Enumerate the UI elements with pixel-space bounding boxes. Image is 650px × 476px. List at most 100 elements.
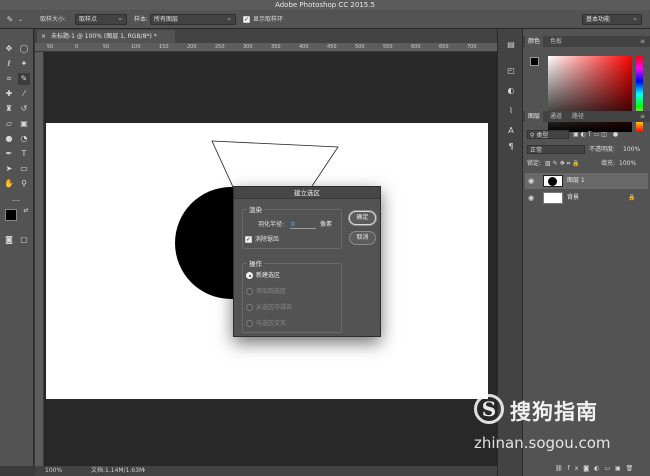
layer-thumbnail-circle	[548, 177, 557, 186]
path-selection-tool-icon[interactable]: ➤	[3, 163, 15, 175]
antialias-checkbox[interactable]: ✓	[245, 236, 252, 243]
cancel-button[interactable]: 取消	[349, 231, 376, 245]
watermark-url: zhinan.sogou.com	[474, 434, 611, 452]
lasso-tool-icon[interactable]: ℓ	[3, 58, 15, 70]
ruler-tick: 50	[103, 44, 110, 50]
pen-tool-icon[interactable]: ✒	[3, 148, 15, 160]
layer-row-layer1[interactable]: ◉ 图层 1	[525, 173, 648, 189]
layer-filter-value: 类型	[536, 132, 549, 139]
subtract-from-selection-radio[interactable]	[246, 304, 253, 311]
horizontal-ruler: 50 0 50 100 150 200 250 300 350 400 450 …	[35, 43, 497, 52]
make-selection-dialog: 建立选区 渲染 羽化半径: 0 像素 ✓ 消除锯齿 操作 新建选区 添加到选区 …	[233, 186, 381, 337]
operation-group-label: 操作	[247, 258, 264, 268]
tab-layers[interactable]: 图层	[525, 111, 544, 122]
opacity-value[interactable]: 100%	[623, 145, 640, 154]
status-bar: 100% 文档:1.14M/1.63M ›	[35, 466, 497, 476]
close-tab-icon[interactable]: ×	[41, 30, 46, 43]
tools-panel: ✥ ◯ ℓ ✦ ⌗ ✎ ✚ ⁄ ♜ ↺ ▱ ▣ ● ◔ ✒ T ➤ ▭ ✋ ⚲ …	[0, 29, 34, 466]
layer-filter-icons[interactable]: ▣◐T▭◫ ●	[573, 130, 620, 139]
quick-mask-icon[interactable]: ◙	[3, 234, 15, 246]
crop-tool-icon[interactable]: ⌗	[3, 73, 15, 85]
fill-value[interactable]: 100%	[619, 159, 636, 168]
layer-name: 图层 1	[567, 177, 585, 184]
intersect-selection-radio[interactable]	[246, 320, 253, 327]
panel-menu-icon[interactable]: ≡	[637, 36, 648, 47]
ruler-tick: 200	[187, 44, 197, 50]
swap-colors-icon[interactable]: ⇄	[20, 205, 32, 217]
marquee-tool-icon[interactable]: ◯	[18, 43, 30, 55]
brush-tool-icon[interactable]: ⁄	[18, 88, 30, 100]
layer-thumbnail	[543, 192, 563, 204]
history-brush-tool-icon[interactable]: ↺	[18, 103, 30, 115]
tab-channels[interactable]: 通道	[547, 111, 565, 122]
layer-name: 背景	[567, 194, 580, 201]
document-tab[interactable]: × 未标题-1 @ 100% (图层 1, RGB/8*) *	[37, 30, 175, 43]
panel-foreground-swatch[interactable]	[530, 57, 539, 66]
show-ring-checkbox[interactable]: ✓	[243, 16, 250, 23]
tab-paths[interactable]: 路径	[569, 111, 587, 122]
fill-label: 填充:	[601, 160, 616, 167]
tool-preset-arrow-icon[interactable]: ⌄	[18, 14, 23, 25]
ok-button[interactable]: 确定	[349, 211, 376, 225]
visibility-eye-icon[interactable]: ◉	[528, 190, 534, 206]
add-to-selection-radio[interactable]	[246, 288, 253, 295]
sogou-watermark: S 搜狗指南 zhinan.sogou.com	[470, 390, 640, 470]
blend-mode-select[interactable]: 正常	[527, 145, 585, 154]
healing-brush-tool-icon[interactable]: ✚	[3, 88, 15, 100]
feather-radius-input[interactable]: 0	[290, 220, 316, 229]
type-tool-icon[interactable]: T	[18, 148, 30, 160]
eyedropper-tool-icon[interactable]: ✎	[18, 73, 30, 85]
paragraph-panel-icon[interactable]: ¶	[505, 141, 517, 153]
ruler-tick: 0	[75, 44, 79, 50]
eraser-tool-icon[interactable]: ▱	[3, 118, 15, 130]
sample-select[interactable]: 所有图层	[150, 14, 236, 25]
watermark-brand: 搜狗指南	[510, 400, 598, 424]
subtract-from-selection-label: 从选区中减去	[256, 304, 293, 311]
color-panel-tabs: 颜色 色板 ≡	[523, 36, 650, 47]
document-info: 文档:1.14M/1.63M	[91, 467, 145, 474]
ruler-tick: 250	[215, 44, 225, 50]
ruler-tick: 350	[271, 44, 281, 50]
foreground-color-swatch[interactable]	[5, 209, 17, 221]
visibility-eye-icon[interactable]: ◉	[528, 173, 534, 189]
sample-label: 样本:	[134, 16, 149, 23]
layer-filter-select[interactable]: ⚲ 类型	[527, 130, 569, 139]
character-panel-icon[interactable]: A	[505, 125, 517, 137]
move-tool-icon[interactable]: ✥	[3, 43, 15, 55]
intersect-selection-label: 与选区交叉	[256, 320, 287, 327]
zoom-tool-icon[interactable]: ⚲	[18, 178, 30, 190]
zoom-level[interactable]: 100%	[45, 466, 62, 476]
ruler-tick: 100	[131, 44, 141, 50]
adjustments-panel-icon[interactable]: ◐	[505, 85, 517, 97]
more-tools-icon[interactable]: …	[10, 193, 22, 205]
layers-menu-icon[interactable]: ≡	[637, 111, 648, 122]
lock-icons[interactable]: ▨✎✥⌗🔒	[545, 159, 582, 168]
magic-wand-tool-icon[interactable]: ✦	[18, 58, 30, 70]
sample-size-select[interactable]: 取样点	[75, 14, 127, 25]
properties-panel-icon[interactable]: ◰	[505, 65, 517, 77]
screen-mode-icon[interactable]: ▢	[18, 234, 30, 246]
brush-panel-icon[interactable]: ⌇	[505, 105, 517, 117]
gradient-tool-icon[interactable]: ▣	[18, 118, 30, 130]
dialog-title: 建立选区	[234, 187, 380, 199]
workspace-select[interactable]: 基本功能	[582, 14, 642, 25]
document-tab-bar: × 未标题-1 @ 100% (图层 1, RGB/8*) *	[35, 29, 497, 43]
new-selection-label: 新建选区	[256, 272, 281, 279]
tab-color[interactable]: 颜色	[525, 36, 544, 47]
blur-tool-icon[interactable]: ●	[3, 133, 15, 145]
feather-unit: 像素	[320, 221, 333, 228]
hand-tool-icon[interactable]: ✋	[3, 178, 15, 190]
layer-row-background[interactable]: ◉ 背景 🔒	[525, 190, 648, 206]
layer-thumbnail	[543, 175, 563, 187]
shape-tool-icon[interactable]: ▭	[18, 163, 30, 175]
eyedropper-icon[interactable]: ✎	[4, 14, 16, 26]
clone-stamp-tool-icon[interactable]: ♜	[3, 103, 15, 115]
lock-label: 锁定:	[527, 160, 542, 167]
dodge-tool-icon[interactable]: ◔	[18, 133, 30, 145]
history-panel-icon[interactable]: ▤	[505, 39, 517, 51]
status-arrow-icon[interactable]: ›	[143, 466, 145, 476]
ruler-tick: 450	[327, 44, 337, 50]
tab-swatches[interactable]: 色板	[547, 36, 565, 47]
new-selection-radio[interactable]	[246, 272, 253, 279]
ruler-tick: 600	[411, 44, 421, 50]
